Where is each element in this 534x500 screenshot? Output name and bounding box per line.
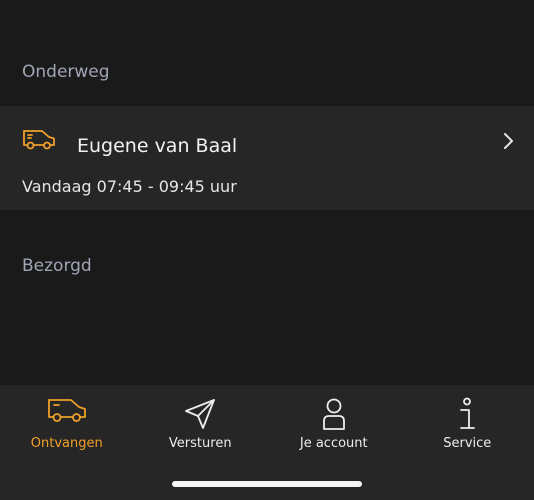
chevron-right-icon: [502, 132, 514, 154]
tab-je-account[interactable]: Je account: [267, 385, 401, 465]
send-icon: [183, 397, 217, 435]
tab-label: Service: [443, 436, 492, 451]
tab-service[interactable]: Service: [401, 385, 534, 465]
van-icon: [47, 397, 87, 427]
tab-label: Je account: [299, 436, 368, 451]
tab-versturen[interactable]: Versturen: [134, 385, 268, 465]
tab-label: Ontvangen: [30, 436, 103, 451]
recipient-name: Eugene van Baal: [77, 135, 238, 157]
delivery-time: Vandaag 07:45 - 09:45 uur: [22, 177, 237, 196]
home-indicator[interactable]: [172, 481, 362, 487]
tab-ontvangen[interactable]: Ontvangen: [0, 385, 134, 465]
section-header-bezorgd: Bezorgd: [22, 256, 92, 276]
tab-label: Versturen: [168, 436, 232, 451]
section-header-onderweg: Onderweg: [22, 62, 110, 82]
van-icon: [22, 128, 56, 154]
app-screen: Onderweg Eugene van Baal Vandaag 07:45 -…: [0, 0, 534, 500]
person-icon: [321, 397, 347, 435]
delivery-card[interactable]: Eugene van Baal Vandaag 07:45 - 09:45 uu…: [0, 106, 534, 210]
info-icon: [457, 397, 477, 435]
